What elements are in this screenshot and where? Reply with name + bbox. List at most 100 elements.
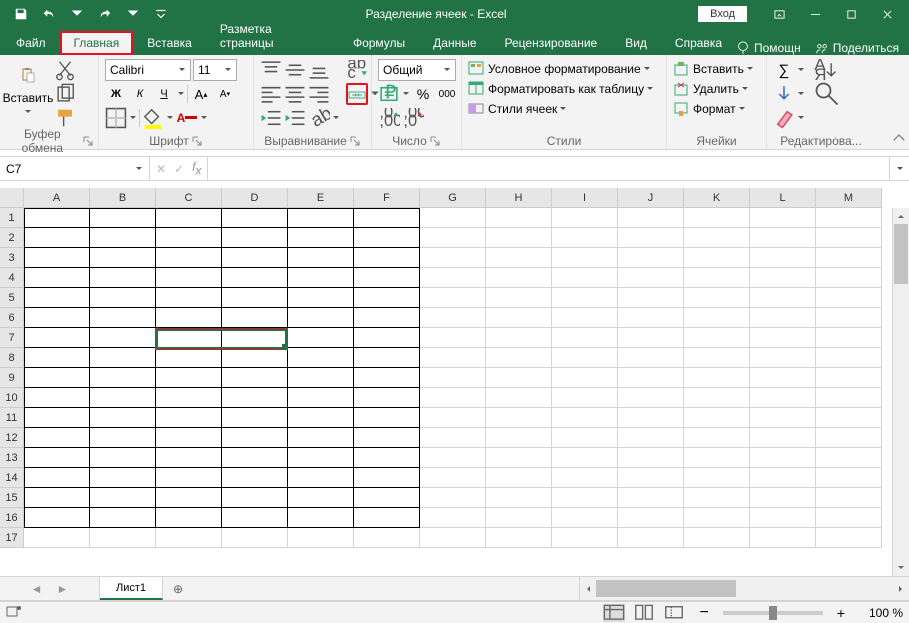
fill-dropdown[interactable] bbox=[797, 83, 805, 105]
delete-cells-button[interactable]: Удалить bbox=[673, 81, 749, 97]
enter-formula-button[interactable]: ✓ bbox=[174, 162, 184, 176]
clear-dropdown[interactable] bbox=[797, 107, 805, 129]
row-header[interactable]: 1 bbox=[0, 208, 24, 228]
tab-help[interactable]: Справка bbox=[661, 31, 736, 55]
column-header[interactable]: K bbox=[684, 188, 750, 208]
row-header[interactable]: 6 bbox=[0, 308, 24, 328]
collapse-ribbon-button[interactable] bbox=[891, 131, 907, 147]
undo-dropdown[interactable] bbox=[64, 3, 90, 25]
column-header[interactable]: G bbox=[420, 188, 486, 208]
cut-button[interactable] bbox=[54, 59, 76, 81]
bold-button[interactable]: Ж bbox=[105, 83, 127, 105]
login-button[interactable]: Вход bbox=[698, 6, 747, 22]
zoom-slider[interactable] bbox=[723, 611, 823, 615]
column-header[interactable]: C bbox=[156, 188, 222, 208]
format-cells-button[interactable]: Формат bbox=[673, 101, 746, 117]
tab-pagelayout[interactable]: Разметка страницы bbox=[206, 17, 339, 55]
add-sheet-button[interactable]: ⊕ bbox=[163, 577, 193, 600]
align-middle-button[interactable] bbox=[284, 59, 306, 81]
row-header[interactable]: 4 bbox=[0, 268, 24, 288]
borders-dropdown[interactable] bbox=[129, 107, 137, 129]
clear-button[interactable] bbox=[773, 107, 795, 129]
number-format-select[interactable]: Общий bbox=[378, 59, 456, 81]
autosum-dropdown[interactable] bbox=[797, 59, 805, 81]
format-painter-button[interactable] bbox=[54, 107, 76, 129]
align-bottom-button[interactable] bbox=[308, 59, 330, 81]
fill-color-dropdown[interactable] bbox=[166, 107, 174, 129]
tab-home[interactable]: Главная bbox=[60, 31, 134, 55]
align-right-button[interactable] bbox=[308, 83, 330, 105]
vertical-scrollbar[interactable] bbox=[892, 208, 909, 576]
formula-input[interactable] bbox=[208, 157, 889, 180]
column-header[interactable]: I bbox=[552, 188, 618, 208]
format-as-table-button[interactable]: Форматировать как таблицу bbox=[468, 81, 654, 97]
row-header[interactable]: 11 bbox=[0, 408, 24, 428]
accounting-format-button[interactable]: ₽ bbox=[378, 83, 400, 105]
row-header[interactable]: 7 bbox=[0, 328, 24, 348]
column-header[interactable]: A bbox=[24, 188, 90, 208]
tell-me-button[interactable]: Помощн bbox=[736, 41, 801, 55]
scroll-left-button[interactable] bbox=[580, 585, 596, 593]
tab-review[interactable]: Рецензирование bbox=[491, 31, 612, 55]
row-header[interactable]: 3 bbox=[0, 248, 24, 268]
sheet-tab[interactable]: Лист1 bbox=[100, 577, 163, 600]
fill-color-button[interactable] bbox=[142, 107, 164, 129]
font-size-select[interactable]: 11 bbox=[193, 59, 237, 81]
page-layout-view-button[interactable] bbox=[633, 604, 655, 622]
increase-indent-button[interactable] bbox=[284, 107, 306, 129]
horizontal-scroll-thumb[interactable] bbox=[596, 580, 736, 597]
column-header[interactable]: D bbox=[222, 188, 288, 208]
row-header[interactable]: 5 bbox=[0, 288, 24, 308]
scroll-up-button[interactable] bbox=[893, 208, 909, 224]
share-button[interactable]: Поделиться bbox=[815, 41, 899, 55]
increase-decimal-button[interactable]: ,0,00 bbox=[378, 107, 400, 129]
cell-styles-button[interactable]: Стили ячеек bbox=[468, 101, 567, 117]
font-color-dropdown[interactable] bbox=[200, 107, 208, 129]
column-header[interactable]: L bbox=[750, 188, 816, 208]
row-header[interactable]: 16 bbox=[0, 508, 24, 528]
undo-button[interactable] bbox=[36, 3, 62, 25]
horizontal-scrollbar[interactable] bbox=[579, 577, 909, 600]
alignment-launcher[interactable] bbox=[349, 135, 361, 147]
save-button[interactable] bbox=[8, 3, 34, 25]
decrease-decimal-button[interactable]: ,00,0 bbox=[402, 107, 424, 129]
next-sheet-button[interactable]: ► bbox=[57, 582, 69, 596]
select-all-button[interactable] bbox=[0, 188, 24, 208]
tab-formulas[interactable]: Формулы bbox=[339, 31, 419, 55]
zoom-out-button[interactable]: − bbox=[693, 604, 714, 622]
row-header[interactable]: 8 bbox=[0, 348, 24, 368]
row-header[interactable]: 17 bbox=[0, 528, 24, 548]
name-box[interactable]: C7 bbox=[0, 157, 150, 180]
sort-filter-button[interactable]: АЯ bbox=[813, 59, 841, 81]
tab-data[interactable]: Данные bbox=[419, 31, 490, 55]
font-color-button[interactable]: А bbox=[176, 107, 198, 129]
normal-view-button[interactable] bbox=[603, 604, 625, 622]
expand-formula-bar[interactable] bbox=[889, 157, 909, 180]
tab-view[interactable]: Вид bbox=[611, 31, 661, 55]
underline-button[interactable]: Ч bbox=[153, 83, 175, 105]
column-header[interactable]: E bbox=[288, 188, 354, 208]
wrap-text-button[interactable]: abc bbox=[346, 59, 374, 81]
column-header[interactable]: M bbox=[816, 188, 882, 208]
maximize-button[interactable] bbox=[833, 0, 869, 28]
redo-button[interactable] bbox=[92, 3, 118, 25]
number-launcher[interactable] bbox=[429, 135, 441, 147]
prev-sheet-button[interactable]: ◄ bbox=[31, 582, 43, 596]
vertical-scroll-thumb[interactable] bbox=[894, 224, 908, 284]
tab-insert[interactable]: Вставка bbox=[133, 31, 206, 55]
paste-button[interactable]: Вставить bbox=[4, 57, 52, 121]
row-header[interactable]: 13 bbox=[0, 448, 24, 468]
align-center-button[interactable] bbox=[284, 83, 306, 105]
column-header[interactable]: J bbox=[618, 188, 684, 208]
insert-cells-button[interactable]: Вставить bbox=[673, 61, 754, 77]
find-select-button[interactable] bbox=[813, 83, 841, 105]
row-header[interactable]: 10 bbox=[0, 388, 24, 408]
percent-button[interactable]: % bbox=[412, 83, 434, 105]
redo-dropdown[interactable] bbox=[120, 3, 146, 25]
font-launcher[interactable] bbox=[191, 135, 203, 147]
column-header[interactable]: B bbox=[90, 188, 156, 208]
underline-dropdown[interactable] bbox=[177, 83, 185, 105]
row-header[interactable]: 15 bbox=[0, 488, 24, 508]
zoom-in-button[interactable]: + bbox=[831, 605, 851, 621]
scroll-right-button[interactable] bbox=[893, 585, 909, 593]
